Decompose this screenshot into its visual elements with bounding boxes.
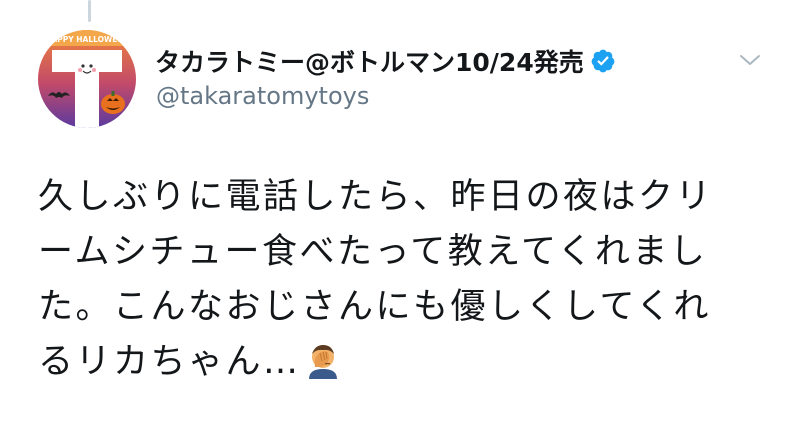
tweet-text-line: 久しぶりに電話したら、昨日の夜はクリ [38, 177, 714, 217]
avatar[interactable]: HAPPY HALLOWEEN [38, 30, 136, 128]
thread-connector-line [88, 0, 91, 22]
tweet-text-line: ームシチュー食べたって教えてくれまし [38, 232, 708, 272]
display-name-row: タカラトミー@ボトルマン10/24発売 [155, 44, 616, 78]
tweet-text-line-last: るリカちゃん… [38, 335, 778, 390]
face-palm-emoji-icon [303, 339, 343, 379]
svg-text:HAPPY HALLOWEEN: HAPPY HALLOWEEN [45, 35, 129, 44]
verified-badge-icon [590, 48, 616, 74]
chevron-down-icon[interactable] [738, 52, 762, 68]
tweet-text: 久しぶりに電話したら、昨日の夜はクリ ームシチュー食べたって教えてくれまし た。… [38, 170, 778, 390]
user-handle[interactable]: @takaratomytoys [156, 82, 369, 110]
tweet-text-fragment: るリカちゃん… [38, 342, 301, 382]
display-name[interactable]: タカラトミー@ボトルマン10/24発売 [155, 43, 584, 79]
tweet-text-line: た。こんなおじさんにも優しくしてくれ [38, 287, 711, 327]
